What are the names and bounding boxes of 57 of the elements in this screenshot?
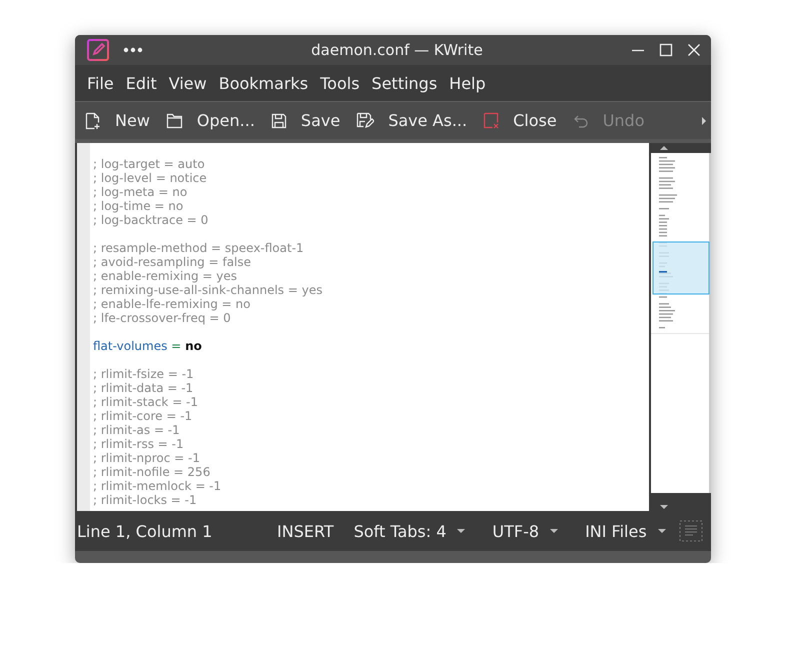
comment-line: ; enable-remixing = yes xyxy=(93,269,238,283)
comment-line: ; enable-lfe-remixing = no xyxy=(93,297,250,311)
comment-line: ; rlimit-rss = -1 xyxy=(93,437,184,451)
menu-item[interactable]: View xyxy=(162,74,213,92)
undo-icon xyxy=(572,112,589,128)
new-file-icon xyxy=(85,112,101,130)
status-dropdown[interactable]: INI Files xyxy=(579,522,673,540)
close-document-icon xyxy=(483,112,500,129)
status-dropdown[interactable]: Soft Tabs: 4 xyxy=(348,522,472,540)
save-icon xyxy=(270,112,287,128)
cursor-position[interactable]: Line 1, Column 1 xyxy=(77,522,277,540)
comment-line: ; resample-method = speex-float-1 xyxy=(93,241,304,255)
toolbar-button[interactable]: New xyxy=(83,107,160,134)
menu-item[interactable]: Tools xyxy=(314,74,366,92)
comment-line: ; log-backtrace = 0 xyxy=(93,213,208,227)
caret-icon xyxy=(456,528,466,534)
menu-item[interactable]: Settings xyxy=(366,74,444,92)
input-mode[interactable]: INSERT xyxy=(277,522,334,540)
status-dropdown[interactable]: UTF-8 xyxy=(486,522,566,540)
comment-line: ; rlimit-as = -1 xyxy=(93,423,180,437)
menu-item[interactable]: Bookmarks xyxy=(212,74,314,92)
toolbar-button[interactable]: Save As... xyxy=(354,107,478,134)
equals-sign: = xyxy=(171,339,182,353)
comment-line: ; rlimit-memlock = -1 xyxy=(93,479,222,493)
setting-value: no xyxy=(185,339,202,353)
menu-item[interactable]: File xyxy=(81,74,120,92)
caret-icon xyxy=(549,528,560,534)
comment-line: ; lfe-crossover-freq = 0 xyxy=(93,311,231,325)
comment-line: ; log-target = auto xyxy=(93,157,205,171)
window-title: daemon.conf — KWrite xyxy=(310,41,484,59)
close-icon[interactable] xyxy=(687,43,701,57)
toolbar-button[interactable]: Close xyxy=(481,107,567,134)
comment-line: ; rlimit-stack = -1 xyxy=(93,395,198,409)
comment-line: ; rlimit-core = -1 xyxy=(93,409,192,423)
comment-line: ; remixing-use-all-sink-channels = yes xyxy=(93,283,322,297)
app-icon xyxy=(87,39,109,61)
comment-line: ; log-level = notice xyxy=(93,171,207,185)
comment-line: ; rlimit-nofile = 256 xyxy=(93,465,210,479)
folder-icon xyxy=(166,112,183,128)
comment-line: ; rlimit-locks = -1 xyxy=(93,493,197,507)
word-wrap-icon[interactable] xyxy=(678,520,703,542)
comment-line: ; rlimit-nproc = -1 xyxy=(93,451,200,465)
toolbar-button[interactable]: Save xyxy=(268,107,350,134)
maximize-icon[interactable] xyxy=(659,43,673,57)
toolbar-button[interactable]: Open... xyxy=(164,107,265,134)
menu-item[interactable]: Edit xyxy=(120,74,163,92)
comment-line: ; rlimit-data = -1 xyxy=(93,381,194,395)
comment-line: ; log-time = no xyxy=(93,199,184,213)
menu-item[interactable]: Help xyxy=(443,74,492,92)
more-options-icon[interactable] xyxy=(123,47,143,53)
comment-line: ; avoid-resampling = false xyxy=(93,255,252,269)
setting-key: flat-volumes xyxy=(93,339,168,353)
comment-line: ; log-meta = no xyxy=(93,185,188,199)
save-as-icon xyxy=(356,112,374,129)
more-arrow-icon[interactable] xyxy=(701,116,707,126)
comment-line: ; rlimit-fsize = -1 xyxy=(93,367,194,381)
caret-icon xyxy=(656,528,667,534)
